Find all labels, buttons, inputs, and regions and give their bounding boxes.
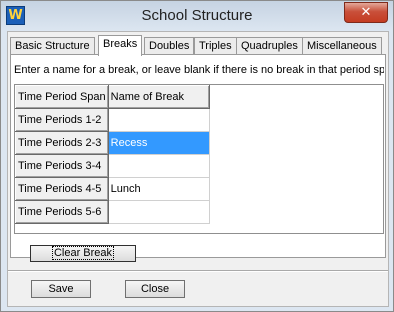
- breaks-tab-panel: Enter a name for a break, or leave blank…: [10, 54, 386, 258]
- break-name-cell[interactable]: [107, 108, 210, 132]
- table-row: Time Periods 1-2: [15, 108, 210, 132]
- window-title: School Structure: [141, 7, 253, 24]
- clear-break-button[interactable]: Clear Break: [30, 245, 136, 262]
- table-row: Time Periods 4-5 Lunch: [15, 177, 210, 201]
- tab-doubles[interactable]: Doubles: [144, 37, 195, 54]
- breaks-grid[interactable]: Time Period Span Name of Break Time Peri…: [14, 84, 384, 234]
- footer-divider: [8, 270, 388, 272]
- close-button[interactable]: Close: [125, 280, 185, 298]
- title-bar[interactable]: W School Structure ✕: [1, 1, 393, 31]
- tab-strip: Basic Structure Breaks Doubles Triples Q…: [10, 35, 386, 56]
- window-close-button[interactable]: ✕: [344, 2, 388, 23]
- tab-basic-structure[interactable]: Basic Structure: [10, 37, 95, 54]
- row-header: Time Periods 3-4: [15, 154, 109, 178]
- school-structure-window: W School Structure ✕ Basic Structure Bre…: [0, 0, 394, 312]
- row-header: Time Periods 1-2: [15, 108, 109, 132]
- tab-miscellaneous[interactable]: Miscellaneous: [302, 37, 382, 54]
- dialog-body: Basic Structure Breaks Doubles Triples Q…: [7, 31, 389, 307]
- table-row: Time Periods 3-4: [15, 154, 210, 178]
- tab-triples[interactable]: Triples: [194, 37, 237, 54]
- table-row: Time Periods 5-6: [15, 200, 210, 224]
- row-header: Time Periods 4-5: [15, 177, 109, 201]
- break-name-cell[interactable]: [107, 154, 210, 178]
- instructions-text: Enter a name for a break, or leave blank…: [14, 64, 384, 76]
- column-header-span: Time Period Span: [15, 85, 109, 109]
- break-name-cell[interactable]: Lunch: [107, 177, 210, 201]
- grid-header-row: Time Period Span Name of Break: [15, 85, 210, 109]
- table-row: Time Periods 2-3 Recess: [15, 131, 210, 155]
- row-header: Time Periods 5-6: [15, 200, 109, 224]
- column-header-name: Name of Break: [107, 85, 210, 109]
- close-icon: ✕: [360, 4, 372, 19]
- tab-breaks[interactable]: Breaks: [98, 35, 143, 56]
- break-name-cell[interactable]: [107, 200, 210, 224]
- break-name-cell[interactable]: Recess: [107, 131, 210, 155]
- save-button[interactable]: Save: [31, 280, 91, 298]
- tab-quadruples[interactable]: Quadruples: [236, 37, 303, 54]
- clear-break-label: Clear Break: [51, 246, 115, 260]
- row-header: Time Periods 2-3: [15, 131, 109, 155]
